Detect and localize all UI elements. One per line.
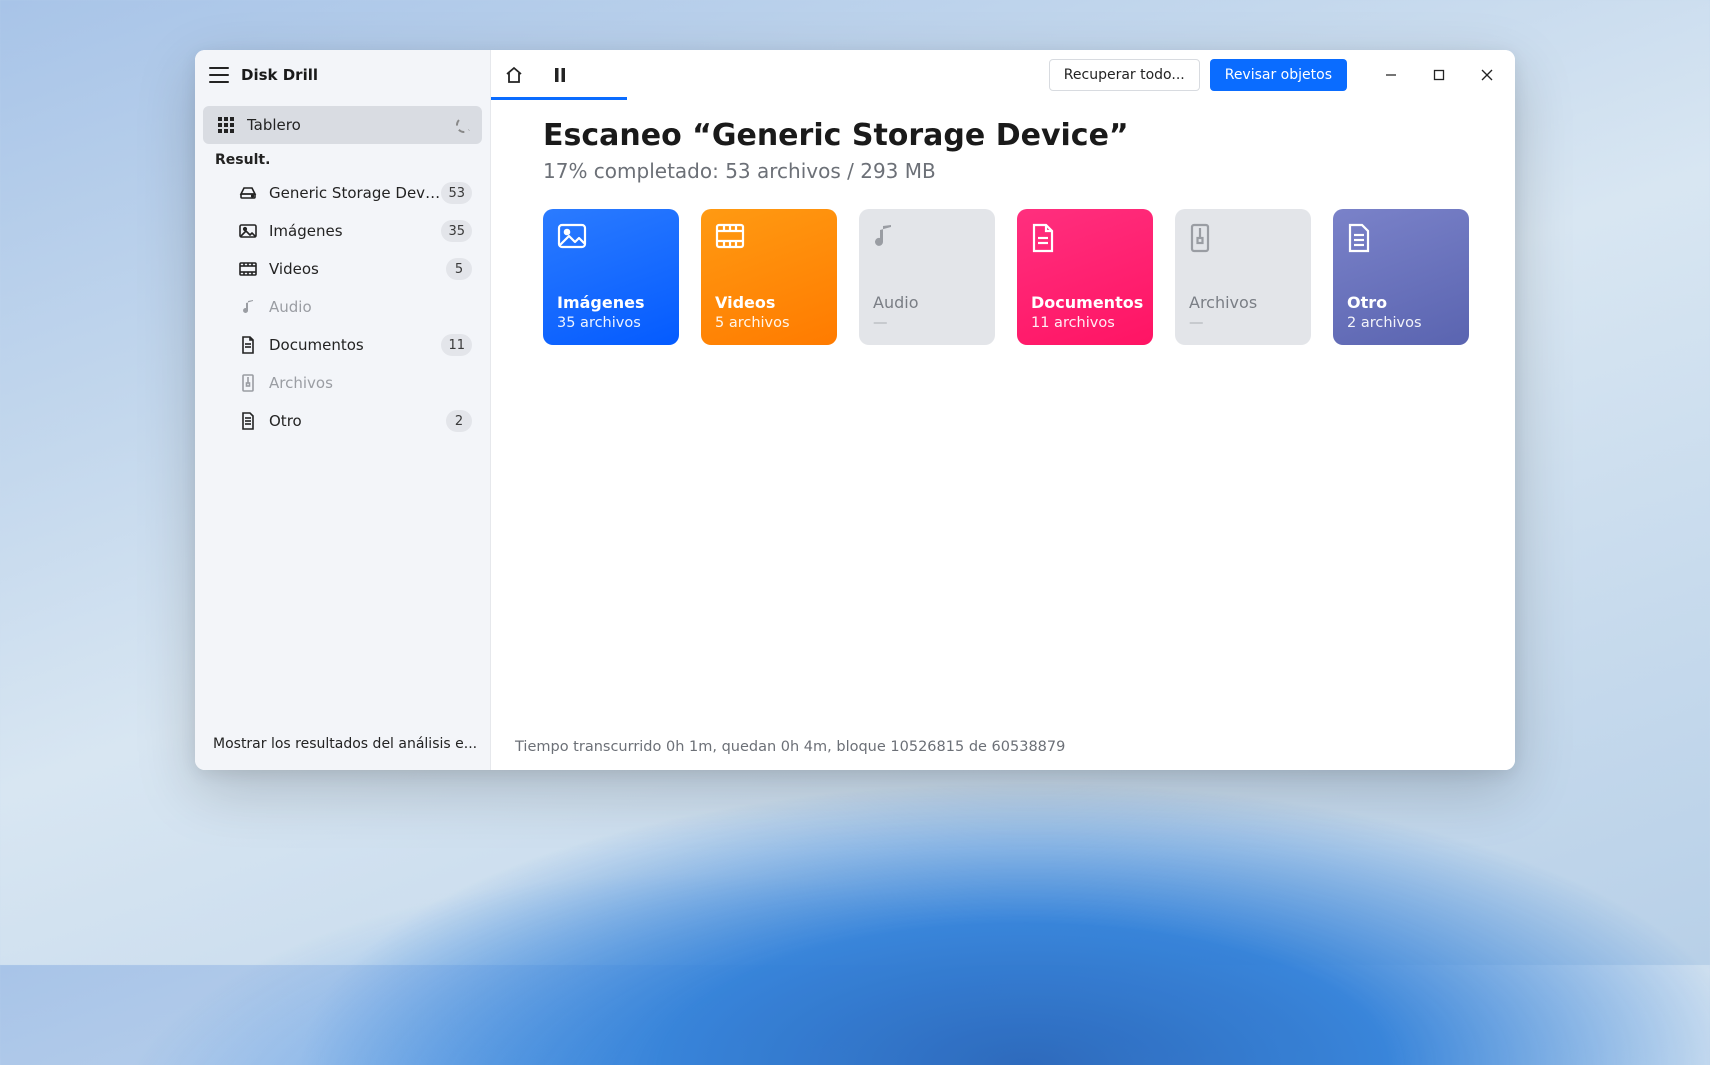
sidebar-item-label: Imágenes	[269, 222, 441, 240]
tab-strip	[491, 50, 583, 100]
file-icon	[1347, 223, 1375, 251]
music-note-icon	[235, 299, 261, 315]
count-badge: 53	[441, 182, 472, 204]
count-badge: 11	[441, 334, 472, 356]
sidebar-item-label: Otro	[269, 412, 446, 430]
count-badge: 5	[446, 258, 472, 280]
card-subtitle: 5 archivos	[715, 315, 823, 331]
maximize-button[interactable]	[1415, 50, 1463, 100]
sidebar-item-other[interactable]: Otro 2	[203, 402, 482, 440]
count-badge: 35	[441, 220, 472, 242]
sidebar-body: Tablero Result. Generic Storage Device 5…	[195, 100, 490, 718]
category-card-videos[interactable]: Videos 5 archivos	[701, 209, 837, 345]
music-note-icon	[873, 223, 901, 251]
sidebar-header: Disk Drill	[195, 50, 490, 100]
archive-icon	[235, 374, 261, 392]
app-window: Disk Drill Tablero Result. Generic Stora…	[195, 50, 1515, 770]
button-label: Revisar objetos	[1225, 67, 1332, 83]
card-title: Archivos	[1189, 293, 1297, 312]
sidebar-item-device[interactable]: Generic Storage Device 53	[203, 174, 482, 212]
loading-spinner-icon	[456, 117, 472, 133]
app-title: Disk Drill	[241, 66, 318, 84]
sidebar-item-tablero[interactable]: Tablero	[203, 106, 482, 144]
video-icon	[715, 223, 743, 251]
recover-all-button[interactable]: Recuperar todo...	[1049, 59, 1200, 91]
status-text: Tiempo transcurrido 0h 1m, quedan 0h 4m,…	[515, 739, 1065, 755]
category-card-other[interactable]: Otro 2 archivos	[1333, 209, 1469, 345]
sidebar-item-audio[interactable]: Audio	[203, 288, 482, 326]
card-subtitle: 2 archivos	[1347, 315, 1455, 331]
document-icon	[1031, 223, 1059, 251]
document-icon	[235, 336, 261, 354]
sidebar: Disk Drill Tablero Result. Generic Stora…	[195, 50, 491, 770]
tab-pause[interactable]	[537, 50, 583, 100]
category-card-documents[interactable]: Documentos 11 archivos	[1017, 209, 1153, 345]
category-card-audio[interactable]: Audio —	[859, 209, 995, 345]
sidebar-item-images[interactable]: Imágenes 35	[203, 212, 482, 250]
review-objects-button[interactable]: Revisar objetos	[1210, 59, 1347, 91]
sidebar-item-label: Archivos	[269, 374, 472, 392]
tab-home[interactable]	[491, 50, 537, 100]
sidebar-item-label: Generic Storage Device	[269, 184, 441, 202]
page-title: Escaneo “Generic Storage Device”	[543, 118, 1469, 153]
archive-icon	[1189, 223, 1217, 251]
button-label: Recuperar todo...	[1064, 67, 1185, 83]
page-subtitle: 17% completado: 53 archivos / 293 MB	[543, 159, 1469, 183]
sidebar-item-label: Audio	[269, 298, 472, 316]
category-card-archives[interactable]: Archivos —	[1175, 209, 1311, 345]
count-badge: 2	[446, 410, 472, 432]
sidebar-item-label: Tablero	[247, 116, 456, 134]
main-panel: Recuperar todo... Revisar objetos Escane…	[491, 50, 1515, 770]
image-icon	[557, 223, 585, 251]
video-icon	[235, 262, 261, 276]
toolbar: Recuperar todo... Revisar objetos	[491, 50, 1515, 100]
content-area: Escaneo “Generic Storage Device” 17% com…	[491, 100, 1515, 724]
sidebar-item-label: Documentos	[269, 336, 441, 354]
card-subtitle: —	[1189, 315, 1297, 331]
card-title: Audio	[873, 293, 981, 312]
grid-icon	[213, 117, 239, 133]
close-button[interactable]	[1463, 50, 1511, 100]
pause-icon	[554, 68, 566, 82]
sidebar-item-archives[interactable]: Archivos	[203, 364, 482, 402]
sidebar-item-label: Videos	[269, 260, 446, 278]
menu-icon[interactable]	[209, 67, 229, 83]
file-icon	[235, 412, 261, 430]
drive-icon	[235, 186, 261, 200]
minimize-button[interactable]	[1367, 50, 1415, 100]
card-title: Videos	[715, 293, 823, 312]
card-subtitle: 11 archivos	[1031, 315, 1139, 331]
home-icon	[505, 66, 523, 84]
image-icon	[235, 224, 261, 238]
window-controls	[1367, 50, 1511, 100]
sidebar-item-documents[interactable]: Documentos 11	[203, 326, 482, 364]
card-title: Imágenes	[557, 293, 665, 312]
sidebar-footer: Mostrar los resultados del análisis e...	[195, 718, 490, 770]
sidebar-section-label: Result.	[203, 144, 482, 174]
card-subtitle: —	[873, 315, 981, 331]
show-results-link[interactable]: Mostrar los resultados del análisis e...	[203, 726, 482, 762]
card-title: Documentos	[1031, 293, 1139, 312]
sidebar-item-videos[interactable]: Videos 5	[203, 250, 482, 288]
card-title: Otro	[1347, 293, 1455, 312]
status-footer: Tiempo transcurrido 0h 1m, quedan 0h 4m,…	[491, 724, 1515, 770]
category-card-grid: Imágenes 35 archivos Videos 5 archivos A…	[543, 209, 1469, 345]
category-card-images[interactable]: Imágenes 35 archivos	[543, 209, 679, 345]
card-subtitle: 35 archivos	[557, 315, 665, 331]
